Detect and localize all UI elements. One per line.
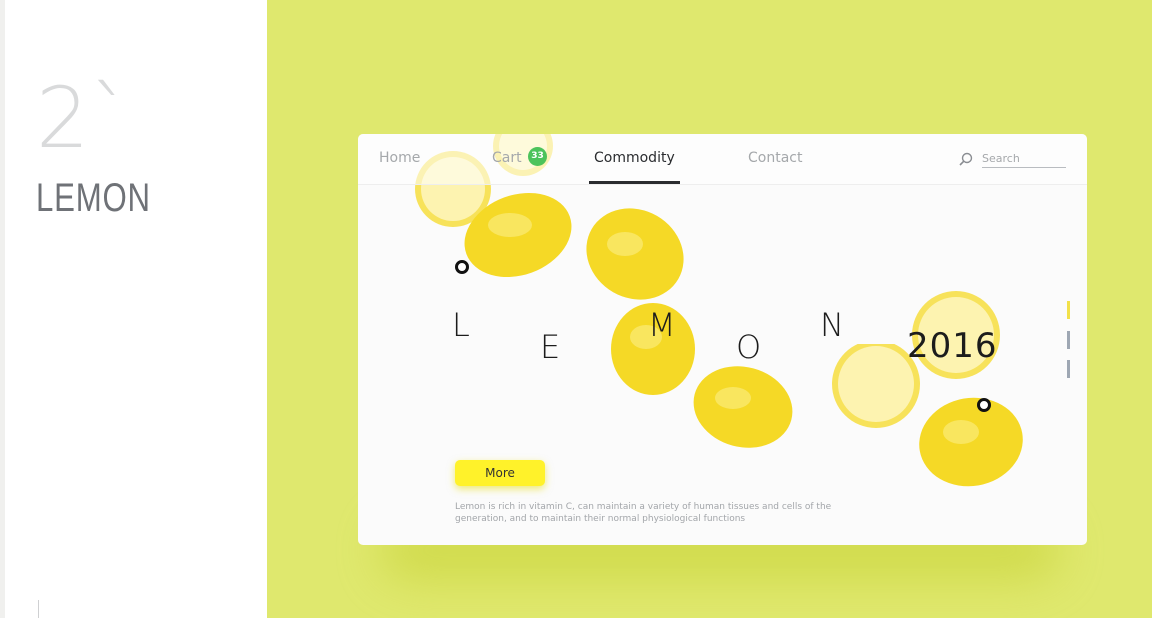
description-text: Lemon is rich in vitamin C, can maintain… xyxy=(455,502,832,524)
brand-title: LEMON xyxy=(36,176,151,220)
hero-letter: L xyxy=(452,306,470,344)
divider xyxy=(38,600,39,618)
more-button[interactable]: More xyxy=(455,460,545,486)
hero-letter: M xyxy=(648,306,676,344)
search-input[interactable] xyxy=(982,149,1066,168)
decor-ring xyxy=(455,260,469,274)
lemon-image xyxy=(586,208,684,300)
nav-contact[interactable]: Contact xyxy=(748,150,802,166)
hero-year: 2016 xyxy=(907,326,998,366)
hero-letter: O xyxy=(736,328,762,366)
left-edge xyxy=(0,0,5,618)
decor-ring xyxy=(977,398,991,412)
pager-dot-1[interactable] xyxy=(1067,301,1070,319)
cart-count-badge: 33 xyxy=(528,147,547,166)
slide-number: 2` xyxy=(36,69,132,167)
preview-card: Home Cart 33 Commodity Contact L E M O N… xyxy=(358,134,1087,545)
nav-home[interactable]: Home xyxy=(379,150,420,166)
lemon-image xyxy=(693,366,793,448)
top-nav: Home Cart 33 Commodity Contact xyxy=(358,134,1087,185)
lemon-image xyxy=(464,192,572,278)
active-tab-indicator xyxy=(589,181,680,184)
pager-dot-2[interactable] xyxy=(1067,331,1070,349)
pager-dot-3[interactable] xyxy=(1067,360,1070,378)
search-icon[interactable] xyxy=(958,151,974,167)
search-box xyxy=(958,149,1068,169)
left-panel: 2` LEMON xyxy=(0,0,267,618)
nav-commodity[interactable]: Commodity xyxy=(594,150,675,166)
lemon-image xyxy=(919,397,1023,487)
hero-letter: E xyxy=(540,328,561,366)
hero-letter: N xyxy=(820,306,844,344)
nav-cart[interactable]: Cart xyxy=(492,150,522,166)
